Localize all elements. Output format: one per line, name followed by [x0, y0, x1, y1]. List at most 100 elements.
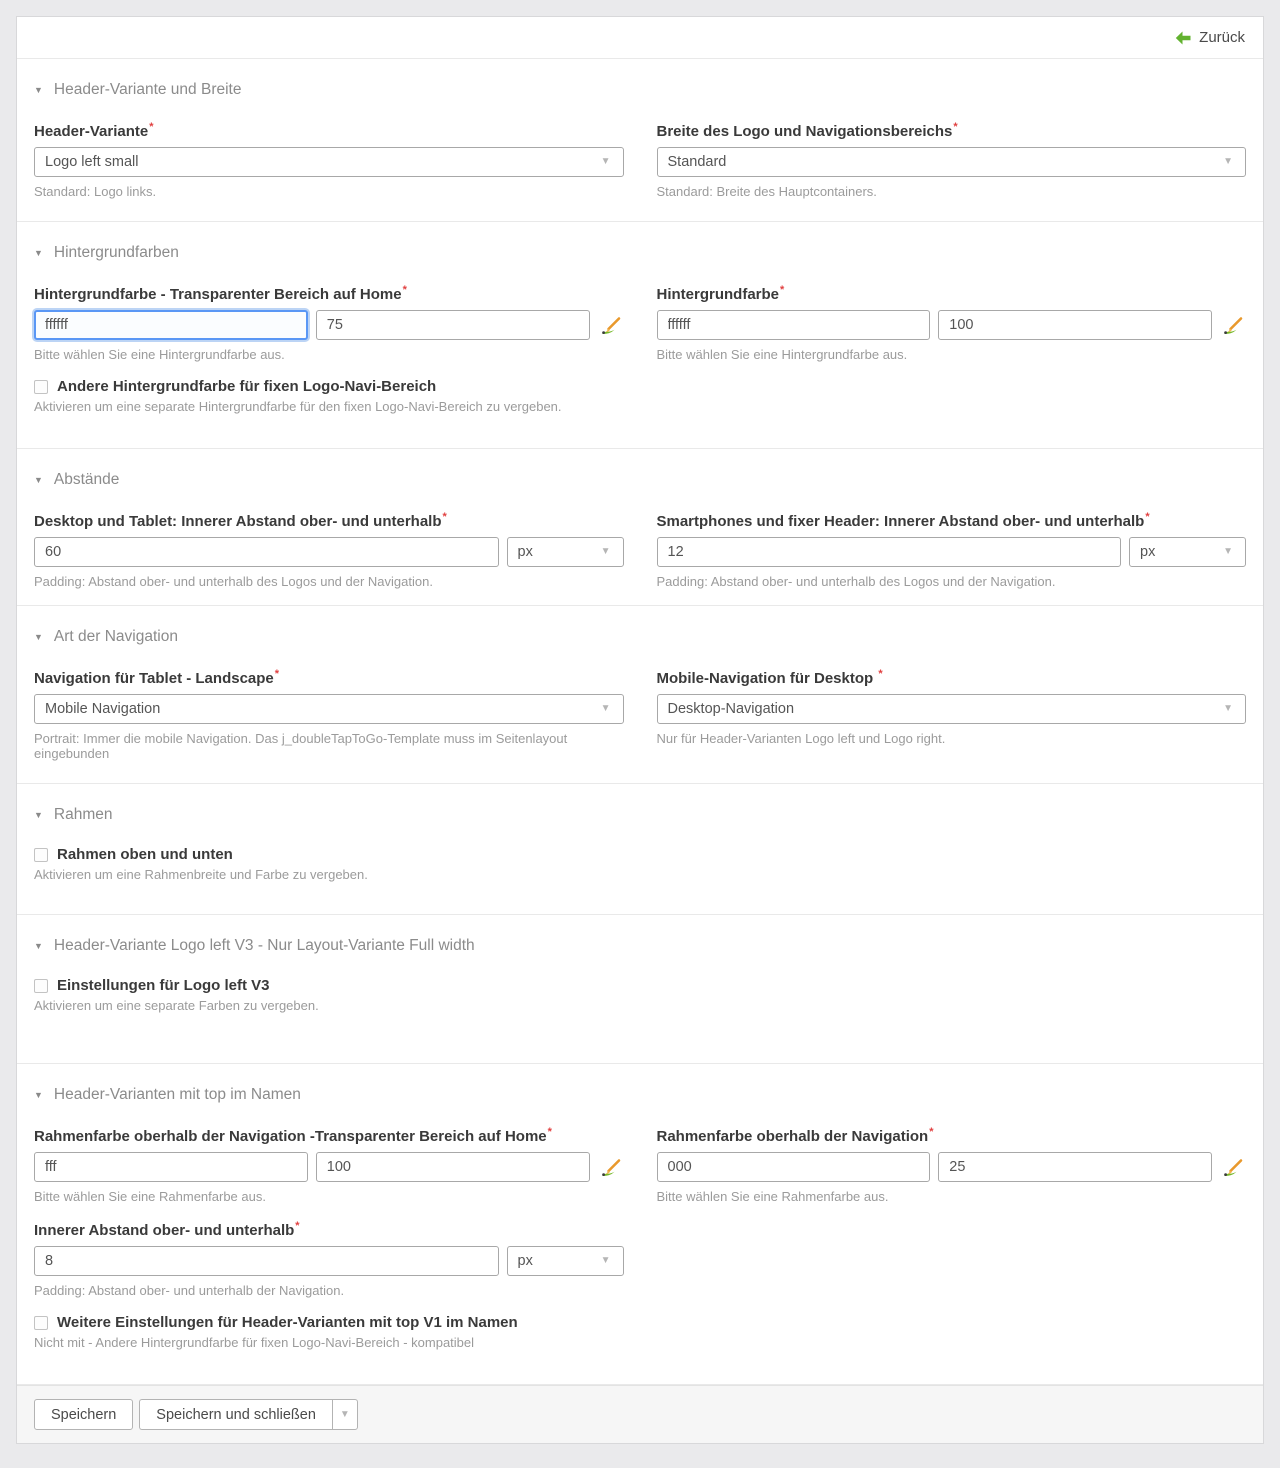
triangle-down-icon: ▼ — [34, 476, 43, 485]
save-and-close-button[interactable]: Speichern und schließen — [139, 1399, 332, 1430]
color-opacity-input[interactable] — [316, 1152, 590, 1182]
triangle-down-icon: ▼ — [34, 1091, 43, 1100]
field-label: Breite des Logo und Navigationsbereichs — [657, 123, 953, 140]
select-value: px — [1140, 544, 1155, 560]
field-label: Rahmenfarbe oberhalb der Navigation — [657, 1128, 929, 1145]
section-toggle[interactable]: ▼ Header-Varianten mit top im Namen — [34, 1076, 1246, 1110]
checkbox-weitere-einstellungen[interactable] — [34, 1316, 48, 1330]
section-title-label: Header-Variante und Breite — [54, 81, 242, 99]
field-label: Desktop und Tablet: Innerer Abstand ober… — [34, 513, 442, 530]
color-picker-button[interactable] — [598, 1152, 624, 1182]
chevron-down-icon: ▼ — [601, 1256, 611, 1266]
field-hint: Bitte wählen Sie eine Hintergrundfarbe a… — [657, 347, 1247, 362]
field-label: Hintergrundfarbe — [657, 286, 780, 303]
checkbox-andere-hintergrundfarbe[interactable] — [34, 380, 48, 394]
tablet-navigation-select[interactable]: Mobile Navigation ▼ — [34, 694, 624, 724]
required-asterisk: * — [443, 511, 447, 523]
unit-select[interactable]: px ▼ — [507, 1246, 624, 1276]
color-opacity-input[interactable] — [938, 1152, 1212, 1182]
color-value-input[interactable] — [657, 1152, 931, 1182]
checkbox-label[interactable]: Andere Hintergrundfarbe für fixen Logo-N… — [57, 378, 436, 395]
field-label: Hintergrundfarbe - Transparenter Bereich… — [34, 286, 402, 303]
section-toggle[interactable]: ▼ Art der Navigation — [34, 618, 1246, 652]
checkbox-label[interactable]: Rahmen oben und unten — [57, 846, 233, 863]
color-picker-button[interactable] — [1220, 1152, 1246, 1182]
section-toggle[interactable]: ▼ Abstände — [34, 461, 1246, 495]
color-picker-button[interactable] — [1220, 310, 1246, 340]
paintbrush-icon — [600, 1158, 622, 1180]
header-variante-select[interactable]: Logo left small ▼ — [34, 147, 624, 177]
triangle-down-icon: ▼ — [34, 942, 43, 951]
paintbrush-icon — [600, 316, 622, 338]
required-asterisk: * — [878, 668, 882, 680]
back-label: Zurück — [1199, 29, 1245, 46]
chevron-down-icon: ▼ — [1223, 157, 1233, 167]
topbar: Zurück — [17, 17, 1263, 59]
field-label: Mobile-Navigation für Desktop — [657, 670, 878, 687]
section-abstaende: ▼ Abstände Desktop und Tablet: Innerer A… — [17, 449, 1263, 606]
triangle-down-icon: ▼ — [34, 811, 43, 820]
required-asterisk: * — [548, 1126, 552, 1138]
required-asterisk: * — [295, 1220, 299, 1232]
paintbrush-icon — [1222, 316, 1244, 338]
field-label: Smartphones und fixer Header: Innerer Ab… — [657, 513, 1145, 530]
section-toggle[interactable]: ▼ Hintergrundfarben — [34, 234, 1246, 268]
arrow-left-icon — [1175, 31, 1191, 45]
field-hint: Padding: Abstand ober- und unterhalb des… — [657, 574, 1247, 589]
select-value: px — [518, 544, 533, 560]
section-logo-left-v3: ▼ Header-Variante Logo left V3 - Nur Lay… — [17, 915, 1263, 1064]
color-value-input[interactable] — [34, 1152, 308, 1182]
padding-input[interactable] — [34, 1246, 499, 1276]
desktop-navigation-select[interactable]: Desktop-Navigation ▼ — [657, 694, 1247, 724]
color-opacity-input[interactable] — [938, 310, 1212, 340]
required-asterisk: * — [929, 1126, 933, 1138]
section-title-label: Hintergrundfarben — [54, 244, 179, 262]
toolbar: Speichern Speichern und schließen ▼ — [17, 1385, 1263, 1443]
required-asterisk: * — [275, 668, 279, 680]
checkbox-logo-left-v3[interactable] — [34, 979, 48, 993]
field-hint: Nur für Header-Varianten Logo left und L… — [657, 731, 1247, 746]
section-title-label: Header-Varianten mit top im Namen — [54, 1086, 301, 1104]
padding-input[interactable] — [34, 537, 499, 567]
settings-card: Zurück ▼ Header-Variante und Breite Head… — [16, 16, 1264, 1444]
section-title-label: Art der Navigation — [54, 628, 178, 646]
select-value: Logo left small — [45, 154, 139, 170]
save-options-toggle-button[interactable]: ▼ — [332, 1399, 358, 1430]
chevron-down-icon: ▼ — [1223, 547, 1233, 557]
checkbox-hint: Aktivieren um eine Rahmenbreite und Farb… — [34, 867, 1246, 882]
checkbox-rahmen-oben-unten[interactable] — [34, 848, 48, 862]
section-toggle[interactable]: ▼ Rahmen — [34, 796, 1246, 830]
field-label: Innerer Abstand ober- und unterhalb — [34, 1222, 294, 1239]
color-picker-button[interactable] — [598, 310, 624, 340]
checkbox-label[interactable]: Einstellungen für Logo left V3 — [57, 977, 270, 994]
checkbox-hint: Aktivieren um eine separate Hintergrundf… — [34, 399, 1246, 414]
triangle-down-icon: ▼ — [34, 249, 43, 258]
chevron-down-icon: ▼ — [601, 157, 611, 167]
field-hint: Standard: Logo links. — [34, 184, 624, 199]
section-hintergrundfarben: ▼ Hintergrundfarben Hintergrundfarbe - T… — [17, 222, 1263, 449]
required-asterisk: * — [1145, 511, 1149, 523]
unit-select[interactable]: px ▼ — [1129, 537, 1246, 567]
field-hint: Bitte wählen Sie eine Hintergrundfarbe a… — [34, 347, 624, 362]
unit-select[interactable]: px ▼ — [507, 537, 624, 567]
save-button[interactable]: Speichern — [34, 1399, 133, 1430]
chevron-down-icon: ▼ — [1223, 704, 1233, 714]
section-header-variante-und-breite: ▼ Header-Variante und Breite Header-Vari… — [17, 59, 1263, 222]
checkbox-label[interactable]: Weitere Einstellungen für Header-Variant… — [57, 1314, 518, 1331]
back-button[interactable]: Zurück — [1175, 29, 1245, 46]
required-asterisk: * — [403, 284, 407, 296]
checkbox-hint: Aktivieren um eine separate Farben zu ve… — [34, 998, 1246, 1013]
color-opacity-input[interactable] — [316, 310, 590, 340]
field-hint: Standard: Breite des Hauptcontainers. — [657, 184, 1247, 199]
select-value: Mobile Navigation — [45, 701, 160, 717]
select-value: px — [518, 1253, 533, 1269]
field-hint: Bitte wählen Sie eine Rahmenfarbe aus. — [657, 1189, 1247, 1204]
breite-select[interactable]: Standard ▼ — [657, 147, 1247, 177]
color-value-input[interactable] — [657, 310, 931, 340]
section-title-label: Rahmen — [54, 806, 113, 824]
padding-input[interactable] — [657, 537, 1122, 567]
section-toggle[interactable]: ▼ Header-Variante Logo left V3 - Nur Lay… — [34, 927, 1246, 961]
section-toggle[interactable]: ▼ Header-Variante und Breite — [34, 71, 1246, 105]
color-value-input[interactable] — [34, 310, 308, 340]
chevron-down-icon: ▼ — [601, 704, 611, 714]
